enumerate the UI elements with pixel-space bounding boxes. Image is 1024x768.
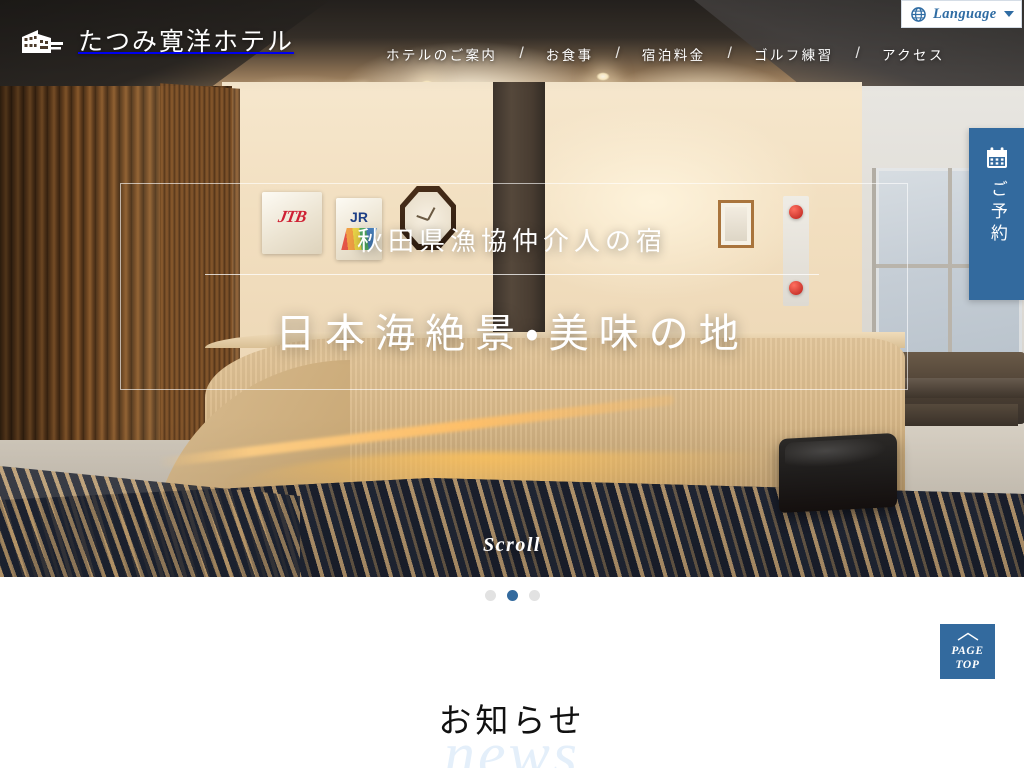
nav-item-dining[interactable]: お食事 xyxy=(546,44,594,64)
hotel-building-icon xyxy=(22,30,63,53)
nav-item-hotel-info[interactable]: ホテルのご案内 xyxy=(386,44,497,64)
chevron-up-icon xyxy=(957,633,978,642)
nav-separator: / xyxy=(727,45,732,62)
slider-dot-2[interactable] xyxy=(506,589,518,601)
nav-separator: / xyxy=(855,45,860,62)
page-top-button[interactable]: PAGE TOP xyxy=(940,624,995,679)
calendar-icon xyxy=(986,147,1007,168)
language-selector[interactable]: Language xyxy=(901,0,1022,28)
news-section: news お知らせ xyxy=(0,640,1024,768)
slider-dot-3[interactable] xyxy=(528,589,540,601)
site-header: たつみ寛洋ホテル ホテルのご案内 / お食事 / 宿泊料金 / ゴルフ練習 / … xyxy=(0,0,1024,82)
page-top-label-line1: PAGE xyxy=(951,645,984,658)
globe-icon xyxy=(911,6,926,22)
reservation-label: ご予約 xyxy=(987,180,1007,246)
main-navigation: ホテルのご案内 / お食事 / 宿泊料金 / ゴルフ練習 / アクセス xyxy=(386,44,945,64)
nav-separator: / xyxy=(519,45,524,62)
site-logo-text: たつみ寛洋ホテル xyxy=(78,29,295,56)
nav-separator: / xyxy=(615,45,620,62)
nav-item-golf-practice[interactable]: ゴルフ練習 xyxy=(754,44,834,64)
news-title: お知らせ xyxy=(438,702,586,739)
site-logo[interactable]: たつみ寛洋ホテル xyxy=(18,22,294,58)
news-heading-wrap: news お知らせ xyxy=(438,694,586,768)
chevron-down-icon xyxy=(1003,11,1014,17)
nav-item-rates[interactable]: 宿泊料金 xyxy=(642,44,706,64)
nav-item-access[interactable]: アクセス xyxy=(882,44,945,64)
scroll-indicator[interactable]: Scroll xyxy=(0,534,1024,557)
slider-pagination xyxy=(0,588,1024,602)
slider-dot-1[interactable] xyxy=(484,589,496,601)
language-label: Language xyxy=(933,5,997,22)
hero-divider xyxy=(205,274,819,275)
hero-slider: JTB JR 秋田県漁協仲介人の宿 日本海絶景・美味の地 Scroll xyxy=(0,0,1024,577)
hotel-homepage: JTB JR 秋田県漁協仲介人の宿 日本海絶景・美味の地 Scroll たつみ寛… xyxy=(0,0,1024,768)
leather-ottoman xyxy=(779,432,897,514)
hero-title: 日本海絶景・美味の地 xyxy=(275,312,749,356)
reservation-button[interactable]: ご予約 xyxy=(969,128,1024,300)
hero-subtitle: 秋田県漁協仲介人の宿 xyxy=(356,226,667,256)
hero-copy: 秋田県漁協仲介人の宿 日本海絶景・美味の地 xyxy=(0,183,1024,390)
page-top-label-line2: TOP xyxy=(955,658,980,671)
